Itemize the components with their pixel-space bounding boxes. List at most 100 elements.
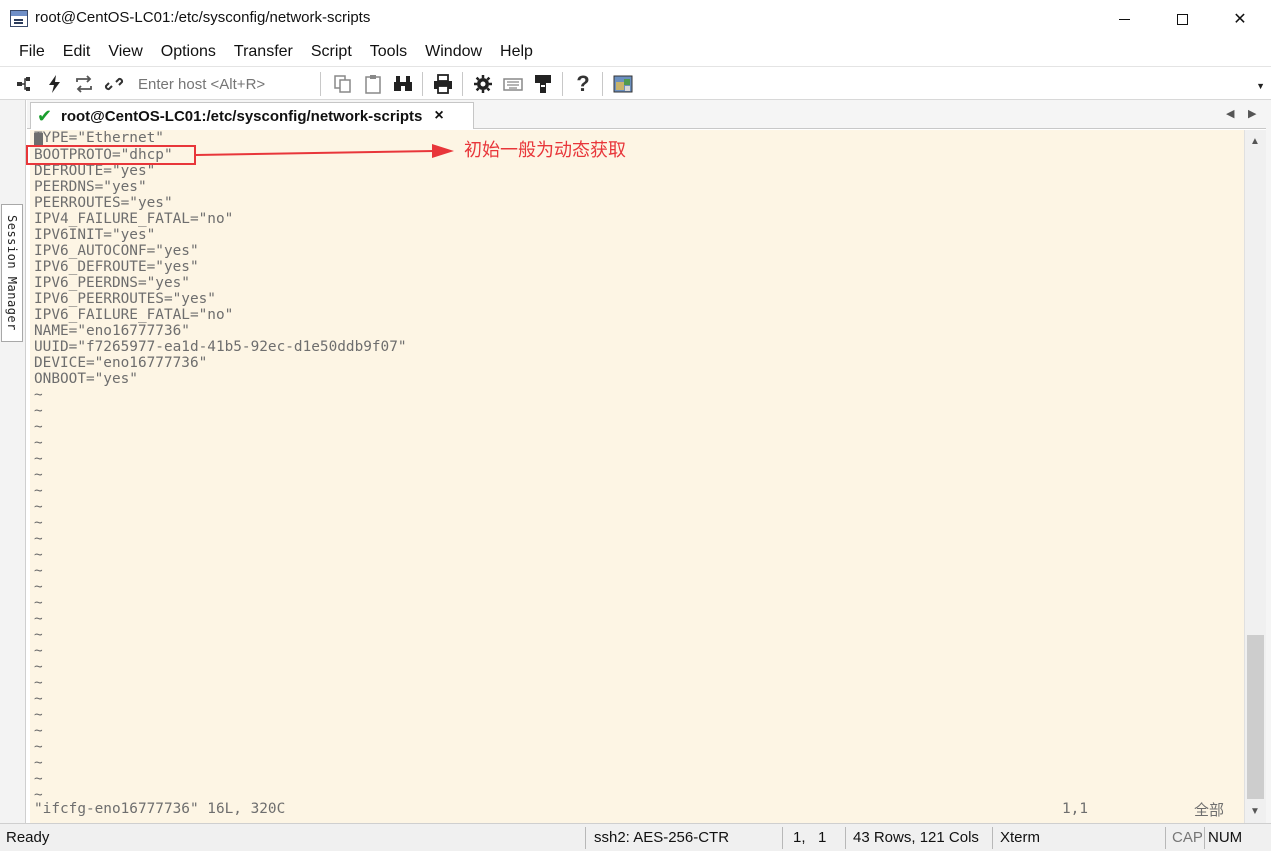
tab-close-icon[interactable]: ×	[434, 107, 443, 125]
empty-line-marker: ~	[34, 643, 43, 659]
terminal-line: IPV6_PEERROUTES="yes"	[34, 291, 216, 307]
disconnect-icon[interactable]	[103, 73, 125, 95]
status-separator	[1165, 827, 1166, 849]
terminal-line: IPV6INIT="yes"	[34, 227, 156, 243]
empty-line-marker: ~	[34, 611, 43, 627]
status-size: 43 Rows, 121 Cols	[853, 829, 979, 846]
close-button[interactable]: ✕	[1211, 0, 1269, 38]
sftp-icon[interactable]	[532, 73, 554, 95]
status-cipher: ssh2: AES-256-CTR	[594, 829, 730, 846]
paste-icon[interactable]	[362, 73, 384, 95]
terminal-line: IPV6_PEERDNS="yes"	[34, 275, 190, 291]
menu-help[interactable]: Help	[491, 38, 542, 65]
empty-line-marker: ~	[34, 499, 43, 515]
tab-session[interactable]: ✔ root@CentOS-LC01:/etc/sysconfig/networ…	[30, 102, 474, 129]
empty-line-marker: ~	[34, 723, 43, 739]
connected-check-icon: ✔	[37, 105, 53, 126]
scrollbar-thumb[interactable]	[1247, 635, 1264, 799]
empty-line-marker: ~	[34, 531, 43, 547]
status-separator	[845, 827, 846, 849]
menu-transfer[interactable]: Transfer	[225, 38, 302, 65]
menu-window[interactable]: Window	[416, 38, 491, 65]
tab-scroll-right-icon[interactable]: ▶	[1248, 107, 1256, 120]
status-term: Xterm	[1000, 829, 1041, 846]
keymap-icon[interactable]	[502, 73, 524, 95]
scroll-down-icon[interactable]: ▼	[1250, 806, 1260, 817]
terminal-line: IPV6_FAILURE_FATAL="no"	[34, 307, 234, 323]
empty-line-marker: ~	[34, 483, 43, 499]
empty-line-marker: ~	[34, 435, 43, 451]
terminal-line: NAME="eno16777736"	[34, 323, 190, 339]
find-icon[interactable]	[392, 73, 414, 95]
menu-bar: File Edit View Options Transfer Script T…	[0, 38, 1271, 65]
vim-cursor-position: 1,1	[1062, 801, 1088, 817]
terminal-line: PEERDNS="yes"	[34, 179, 147, 195]
menu-tools[interactable]: Tools	[361, 38, 416, 65]
menu-edit[interactable]: Edit	[54, 38, 100, 65]
terminal-line: DEFROUTE="yes"	[34, 163, 156, 179]
terminal-line: PEERROUTES="yes"	[34, 195, 173, 211]
map-icon[interactable]	[612, 73, 634, 95]
status-cap: CAP	[1172, 829, 1203, 846]
print-icon[interactable]	[432, 73, 454, 95]
securecrt-app-icon	[10, 10, 28, 27]
status-separator	[585, 827, 586, 849]
maximize-icon	[1176, 13, 1188, 25]
empty-line-marker: ~	[34, 739, 43, 755]
empty-line-marker: ~	[34, 387, 43, 403]
close-icon: ✕	[1233, 11, 1247, 28]
status-cursor: 1, 1	[793, 829, 827, 846]
toolbar-overflow-icon[interactable]: ▼	[1256, 81, 1265, 91]
menu-file[interactable]: File	[10, 38, 54, 65]
minimize-icon	[1118, 18, 1130, 20]
toolbar: ? ▼	[0, 66, 1271, 100]
status-ready: Ready	[6, 829, 50, 846]
empty-line-marker: ~	[34, 451, 43, 467]
terminal-line: ONBOOT="yes"	[34, 371, 138, 387]
empty-line-marker: ~	[34, 579, 43, 595]
bootproto-highlight-box	[26, 145, 196, 165]
status-separator	[782, 827, 783, 849]
scroll-up-icon[interactable]: ▲	[1250, 136, 1260, 147]
empty-line-marker: ~	[34, 515, 43, 531]
empty-line-marker: ~	[34, 675, 43, 691]
empty-line-marker: ~	[34, 403, 43, 419]
terminal-screen[interactable]: TYPE="Ethernet" BOOTPROTO="dhcp" DEFROUT…	[30, 130, 1244, 823]
quick-connect-icon[interactable]	[44, 73, 66, 95]
menu-view[interactable]: View	[99, 38, 151, 65]
empty-line-marker: ~	[34, 467, 43, 483]
empty-line-marker: ~	[34, 419, 43, 435]
tab-scroll-left-icon[interactable]: ◀	[1226, 107, 1234, 120]
connect-icon[interactable]	[14, 73, 36, 95]
empty-line-marker: ~	[34, 659, 43, 675]
status-separator	[1204, 827, 1205, 849]
menu-script[interactable]: Script	[302, 38, 361, 65]
status-num: NUM	[1208, 829, 1243, 846]
terminal-line: IPV6_AUTOCONF="yes"	[34, 243, 199, 259]
vim-scroll-scope: 全部	[1194, 801, 1225, 819]
settings-icon[interactable]	[472, 73, 494, 95]
minimize-button[interactable]	[1095, 0, 1153, 38]
toolbar-separator	[602, 72, 603, 96]
annotation-arrow	[196, 144, 454, 158]
empty-line-marker: ~	[34, 547, 43, 563]
window-edge	[1266, 100, 1271, 823]
copy-icon[interactable]	[332, 73, 354, 95]
session-manager-tab[interactable]: Session Manager	[1, 204, 23, 342]
host-input[interactable]	[130, 72, 312, 96]
terminal-line: IPV6_DEFROUTE="yes"	[34, 259, 199, 275]
menu-options[interactable]: Options	[152, 38, 225, 65]
session-tab-bar: ✔ root@CentOS-LC01:/etc/sysconfig/networ…	[27, 100, 1271, 129]
window-title: root@CentOS-LC01:/etc/sysconfig/network-…	[35, 9, 371, 26]
empty-line-marker: ~	[34, 627, 43, 643]
maximize-button[interactable]	[1153, 0, 1211, 38]
empty-line-marker: ~	[34, 595, 43, 611]
status-separator	[992, 827, 993, 849]
terminal-scrollbar[interactable]: ▲ ▼	[1244, 130, 1266, 823]
reconnect-icon[interactable]	[73, 73, 95, 95]
vim-file-status: "ifcfg-eno16777736" 16L, 320C	[34, 801, 286, 817]
terminal-line: TYPE="Ethernet"	[34, 130, 164, 146]
terminal-line: IPV4_FAILURE_FATAL="no"	[34, 211, 234, 227]
toolbar-separator	[462, 72, 463, 96]
help-icon[interactable]: ?	[572, 73, 594, 95]
